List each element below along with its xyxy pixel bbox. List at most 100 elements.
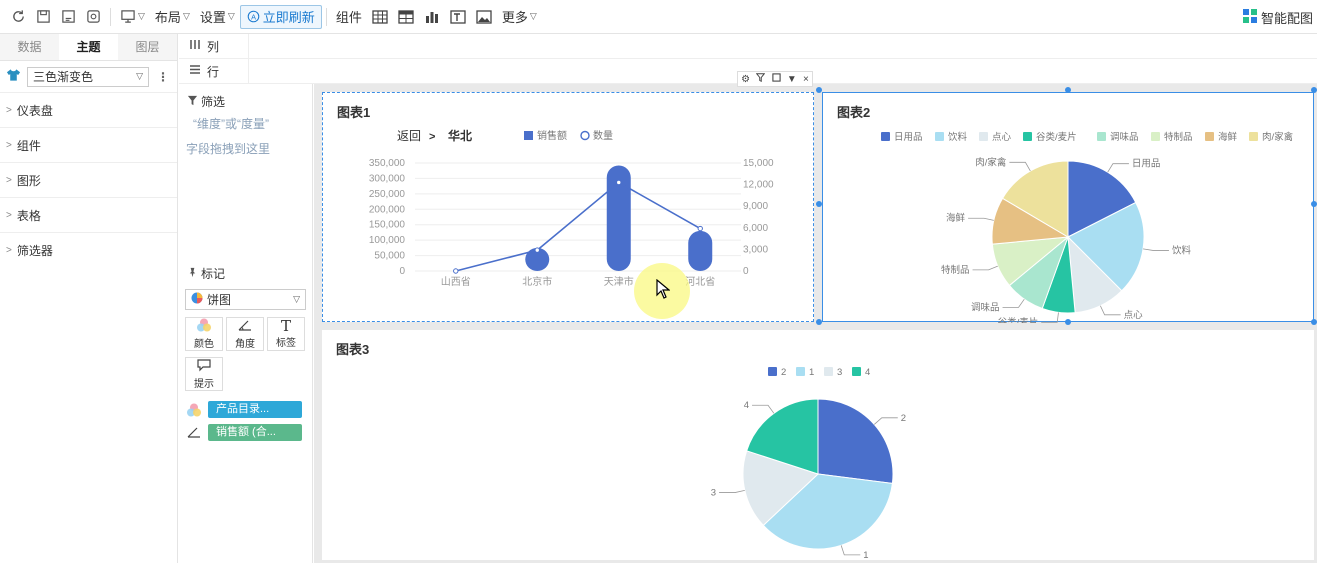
filter-hint-line2: 字段拖拽到这里 <box>186 142 271 156</box>
display-menu[interactable]: ▽ <box>115 4 150 30</box>
pie-slice[interactable] <box>817 398 894 484</box>
slice-label: 海鲜 <box>946 212 966 224</box>
legend-label[interactable]: 2 <box>781 367 786 378</box>
filter-hint-line1: “维度”或“度量” <box>193 117 269 131</box>
chart1-card[interactable]: 图表1 返回 > 华北 销售额 数量 0 50,000 100,000 150,000 2… <box>322 92 814 322</box>
slice-label: 肉/家禽 <box>975 156 1007 168</box>
mark-field-color[interactable]: 产品目录... <box>208 401 302 418</box>
slice-label: 特制品 <box>941 264 970 276</box>
legend-swatch <box>1249 132 1258 141</box>
section-filters[interactable]: > 筛选器 <box>0 233 177 268</box>
line-point[interactable] <box>453 268 459 274</box>
columns-shelf-header: 列 <box>189 33 249 59</box>
line-point[interactable] <box>697 225 703 232</box>
svg-text:A: A <box>251 12 256 21</box>
refresh-now-label: 立即刷新 <box>262 10 315 25</box>
more-menu[interactable]: 更多 ▽ <box>497 4 542 30</box>
mark-tooltip-button[interactable]: 提示 <box>185 357 223 391</box>
y-tick-label: 350,000 <box>369 158 406 169</box>
close-icon[interactable]: × <box>803 74 809 85</box>
drill-level-label: 华北 <box>448 128 472 143</box>
mark-angle-button[interactable]: 角度 <box>226 317 264 351</box>
resize-handle[interactable] <box>816 319 822 325</box>
legend-label[interactable]: 肉/家禽 <box>1262 131 1294 143</box>
chart2-svg: 日用品 饮料 点心 谷类/麦片 调味品 特制品 海鲜 肉/家禽 日用品饮料点心谷类/麦片调味品… <box>881 131 1294 323</box>
line-point[interactable] <box>616 179 622 186</box>
refresh-now-button[interactable]: A 立即刷新 <box>239 4 322 29</box>
legend-label[interactable]: 特制品 <box>1164 131 1193 143</box>
section-components[interactable]: > 组件 <box>0 128 177 163</box>
legend-label[interactable]: 点心 <box>992 132 1012 143</box>
preview-icon[interactable] <box>81 4 106 30</box>
crosstab-icon[interactable] <box>393 4 419 30</box>
columns-shelf[interactable]: 列 <box>179 33 1317 59</box>
filter-icon[interactable] <box>756 73 766 85</box>
resize-handle[interactable] <box>816 87 822 93</box>
legend-label[interactable]: 1 <box>809 367 814 378</box>
legend-swatch <box>935 132 944 141</box>
legend-label[interactable]: 谷类/麦片 <box>1036 131 1077 143</box>
tab-theme[interactable]: 主题 <box>59 34 118 60</box>
drill-back-button[interactable]: 返回 <box>397 129 421 143</box>
caret-down-icon[interactable]: ▼ <box>787 74 797 85</box>
legend-label[interactable]: 3 <box>837 367 842 378</box>
maximize-icon[interactable] <box>771 73 781 85</box>
settings-menu[interactable]: 设置 ▽ <box>195 4 240 30</box>
section-label: 组件 <box>16 138 41 153</box>
section-dashboard[interactable]: > 仪表盘 <box>0 93 177 128</box>
save-as-icon[interactable] <box>56 4 81 30</box>
section-tables[interactable]: > 表格 <box>0 198 177 233</box>
tab-layers[interactable]: 图层 <box>118 34 177 60</box>
resize-handle[interactable] <box>1311 319 1317 325</box>
legend-swatch <box>796 367 805 376</box>
mark-type-select[interactable]: 饼图 ▽ <box>185 289 306 310</box>
legend-label[interactable]: 调味品 <box>1110 131 1139 143</box>
layout-menu[interactable]: 布局 ▽ <box>150 4 195 30</box>
bar[interactable] <box>688 230 713 271</box>
text-box-icon[interactable] <box>445 4 471 30</box>
kebab-menu-icon[interactable]: ⋮ <box>157 70 169 84</box>
marks-title: 标记 <box>201 267 226 281</box>
legend-label[interactable]: 数量 <box>593 129 613 142</box>
angle-icon <box>237 318 253 335</box>
chart2-card[interactable]: 图表2 日用品 饮料 点心 谷类/麦片 调味品 特制品 海鲜 肉/家禽 日用品 饮料 点心 谷类/麦… <box>822 92 1314 323</box>
legend-label[interactable]: 海鲜 <box>1218 131 1238 143</box>
resize-handle[interactable] <box>1065 319 1071 325</box>
mid-panel: 筛选 “维度”或“度量” 字段拖拽到这里 标记 饼图 ▽ 颜色 角度 T 标签 … <box>179 34 313 563</box>
theme-row: 三色渐变色 ▽ ⋮ <box>0 61 177 93</box>
legend-label[interactable]: 销售额 <box>537 129 567 142</box>
chevron-down-icon: ▽ <box>227 11 235 21</box>
table-icon[interactable] <box>367 4 393 30</box>
slice-label: 日用品 <box>1132 159 1161 170</box>
mark-color-button[interactable]: 颜色 <box>185 317 223 351</box>
resize-handle[interactable] <box>1311 201 1317 207</box>
speech-bubble-icon <box>196 358 212 375</box>
legend-label[interactable]: 4 <box>865 367 870 378</box>
legend-label[interactable]: 饮料 <box>948 131 968 143</box>
chart3-card[interactable]: 图表3 2134 2134 <box>322 330 1314 560</box>
more-label: 更多 <box>501 10 528 25</box>
bar-chart-icon[interactable] <box>419 4 445 30</box>
resize-handle[interactable] <box>816 201 822 207</box>
refresh-icon[interactable] <box>6 4 31 30</box>
mark-field-angle[interactable]: 销售额 (合... <box>208 424 302 441</box>
smart-chart-button[interactable]: 智能配图 <box>1242 8 1313 27</box>
mark-label-button[interactable]: T 标签 <box>267 317 305 351</box>
save-icon[interactable] <box>31 4 56 30</box>
x-tick-label: 河北省 <box>685 275 715 288</box>
chevron-down-icon: ▽ <box>529 11 537 21</box>
legend-label[interactable]: 日用品 <box>894 132 923 143</box>
gear-icon[interactable]: ⚙ <box>741 74 750 85</box>
filter-title: 筛选 <box>201 95 226 109</box>
tab-data[interactable]: 数据 <box>0 34 59 60</box>
resize-handle[interactable] <box>1065 87 1071 93</box>
section-label: 图形 <box>16 173 41 188</box>
line-point[interactable] <box>534 247 540 253</box>
chevron-right-icon: > <box>6 209 12 221</box>
section-graphics[interactable]: > 图形 <box>0 163 177 198</box>
resize-handle[interactable] <box>1311 87 1317 93</box>
legend-swatch <box>1023 132 1032 141</box>
theme-select[interactable]: 三色渐变色 ▽ <box>27 66 149 87</box>
rows-icon <box>189 64 201 78</box>
image-icon[interactable] <box>471 4 497 30</box>
